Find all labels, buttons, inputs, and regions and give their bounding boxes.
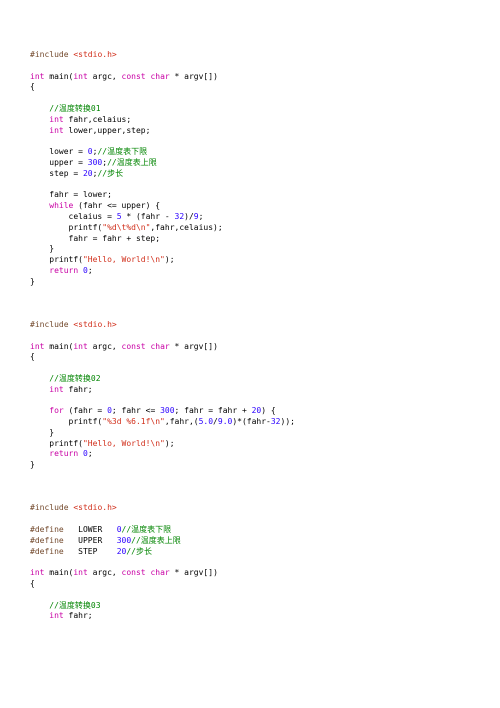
code-block-1: #include <stdio.h> int main(int argc, co… [30,50,470,622]
header: <stdio.h> [73,50,116,59]
kw: int [30,72,44,81]
comment: //温度转换01 [49,104,100,113]
preproc: #include [30,50,69,59]
